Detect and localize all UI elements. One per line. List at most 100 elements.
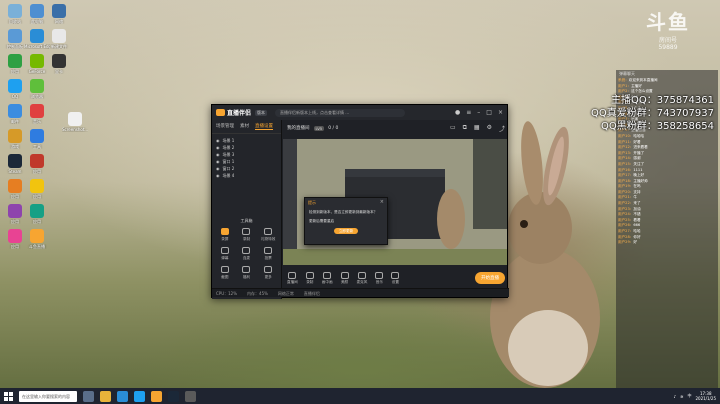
obs-icon[interactable] [185,390,196,402]
chat-text: 哈哈 [633,229,641,234]
scene-item[interactable]: ◉ 场景 1 [216,137,277,144]
app-icon-blue[interactable]: 工具 [24,129,50,149]
room-icons: ▭ ⧉ ▦ ⚙ ⤴ [450,124,505,133]
desktop-icon-label: 显卡 [55,69,63,74]
eye-icon[interactable]: ◉ [216,145,220,150]
update-dialog[interactable]: 提示 × 检测到新版本，是否立即更新到最新版本？ 更新后需要重启 立即更新 [304,197,388,245]
settings-icon[interactable]: ⚙ [487,124,492,133]
menu-icon[interactable]: ≡ [466,109,471,116]
steam-icon[interactable] [168,390,179,402]
toolbar-button[interactable]: 音乐 [375,271,384,285]
eye-icon[interactable]: ◉ [216,159,220,164]
tab-2[interactable]: 直播设置 [255,123,273,130]
file-glyph [52,29,66,43]
gpu-glyph [52,54,66,68]
status-item: 网络正常 [277,291,294,296]
close-icon[interactable]: × [498,109,503,116]
taskbar-search[interactable]: 在这里输入你要搜索的内容 [19,390,77,402]
volume-icon[interactable]: ♪ [674,394,677,399]
room-title: 我的直播间 [287,126,310,131]
music-icon[interactable]: 音乐 [24,104,50,124]
scene-item[interactable]: ◉ 场景 3 [216,151,277,158]
chat-text: 1111 [633,167,643,172]
chat-text: 这个怎么设置 [631,89,653,94]
scene-item[interactable]: ◉ 窗口 2 [216,165,277,172]
document-icon[interactable]: Screenshot... [62,112,88,132]
avatar[interactable]: ● [455,109,460,116]
minimize-icon[interactable]: – [477,109,480,116]
tool-item[interactable]: 福利 [237,266,257,280]
toolbar-button[interactable]: 设置 [391,271,400,285]
app-logo-icon [216,109,225,116]
eye-icon[interactable]: ◉ [216,152,220,157]
clock[interactable]: 17:38 2021/1/25 [695,391,716,401]
input-language[interactable]: 中 [687,393,691,399]
tool-item[interactable]: 投票 [258,247,278,261]
scene-label: 场景 4 [222,172,235,178]
scene-item[interactable]: ◉ 窗口 1 [216,158,277,165]
share-icon[interactable]: ⤴ [499,124,505,133]
overlay-line-1: 主播QQ：375874361 [610,95,714,106]
start-button[interactable] [4,391,13,401]
file-explorer-icon[interactable] [100,390,111,402]
file-icon[interactable]: 新建文件 [46,29,72,49]
toolbar-button[interactable]: 直播间 [287,271,298,285]
network-icon[interactable]: 网络 [46,4,72,24]
scene-item[interactable]: ◉ 场景 2 [216,144,277,151]
system-tray: ♪ ≋ 中 17:38 2021/1/25 [674,391,716,401]
app-brand: 直播伴侣 [216,108,251,117]
recycle-bin-glyph [8,4,22,18]
watermark-room: 59889 [658,44,678,51]
scene-item[interactable]: ◉ 场景 4 [216,172,277,179]
room-level-badge: LV5 [313,125,325,131]
eye-icon[interactable]: ◉ [216,173,220,178]
toolbar-button[interactable]: 录制 [305,271,314,285]
scene-label: 窗口 1 [222,158,235,164]
tool-item[interactable]: 录屏 [215,228,235,242]
app-icon-red[interactable]: 应用 [24,154,50,174]
toolbar-button[interactable]: 美颜 [340,271,349,285]
app-icon-yellow[interactable]: 应用 [24,179,50,199]
browser-icon[interactable]: 浏览器 [24,79,50,99]
screen-icon[interactable]: ▭ [450,124,456,133]
app-icon-teal[interactable]: 应用 [24,204,50,224]
chat-user: 用户1： [618,83,632,88]
tab-0[interactable]: 场景管理 [216,123,234,130]
start-live-button[interactable]: 开始直播 [475,272,505,284]
eye-icon[interactable]: ◉ [216,166,220,171]
gpu-icon[interactable]: 显卡 [46,54,72,74]
layout-icon[interactable]: ▦ [474,124,480,133]
qq-icon[interactable] [134,390,145,402]
version-tag[interactable]: 版本 [255,109,268,116]
tool-item[interactable]: 更多 [258,266,278,280]
douyu-icon[interactable]: 斗鱼直播 [24,229,50,249]
dialog-close-icon[interactable]: × [380,199,384,205]
dialog-confirm-button[interactable]: 立即更新 [334,228,358,234]
toolbar-button[interactable]: 麦克风 [357,271,367,285]
nvidia-glyph [30,54,44,68]
tool-item[interactable]: 连麦 [237,247,257,261]
tool-item[interactable]: 礼物特效 [258,228,278,242]
tool-item[interactable]: 弹幕 [215,247,235,261]
desktop-icon-label: 应用 [33,194,41,199]
music-glyph [30,104,44,118]
chat-user: 用户26： [618,223,634,228]
qq-glyph [8,79,22,93]
maximize-icon[interactable]: □ [486,109,492,116]
scene-label: 场景 3 [222,151,235,157]
chat-text: 晚上好 [633,173,645,178]
toolbar-button[interactable]: 画中画 [322,271,333,285]
edge-icon[interactable] [117,390,128,402]
browser-glyph [30,79,44,93]
tab-1[interactable]: 素材 [240,123,249,130]
window-icon[interactable]: ⧉ [463,124,467,133]
tool-item[interactable]: 截图 [215,266,235,280]
task-view-icon[interactable] [83,390,94,402]
network-tray-icon[interactable]: ≋ [680,394,683,399]
app-red-glyph [30,154,44,168]
chat-text: 你好 [633,234,641,239]
douyu-icon[interactable] [151,390,162,402]
news-ticker[interactable]: 直播伴侣新版本上线，点击查看详情 … [275,108,406,117]
tool-item[interactable]: 录制 [237,228,257,242]
eye-icon[interactable]: ◉ [216,138,220,143]
